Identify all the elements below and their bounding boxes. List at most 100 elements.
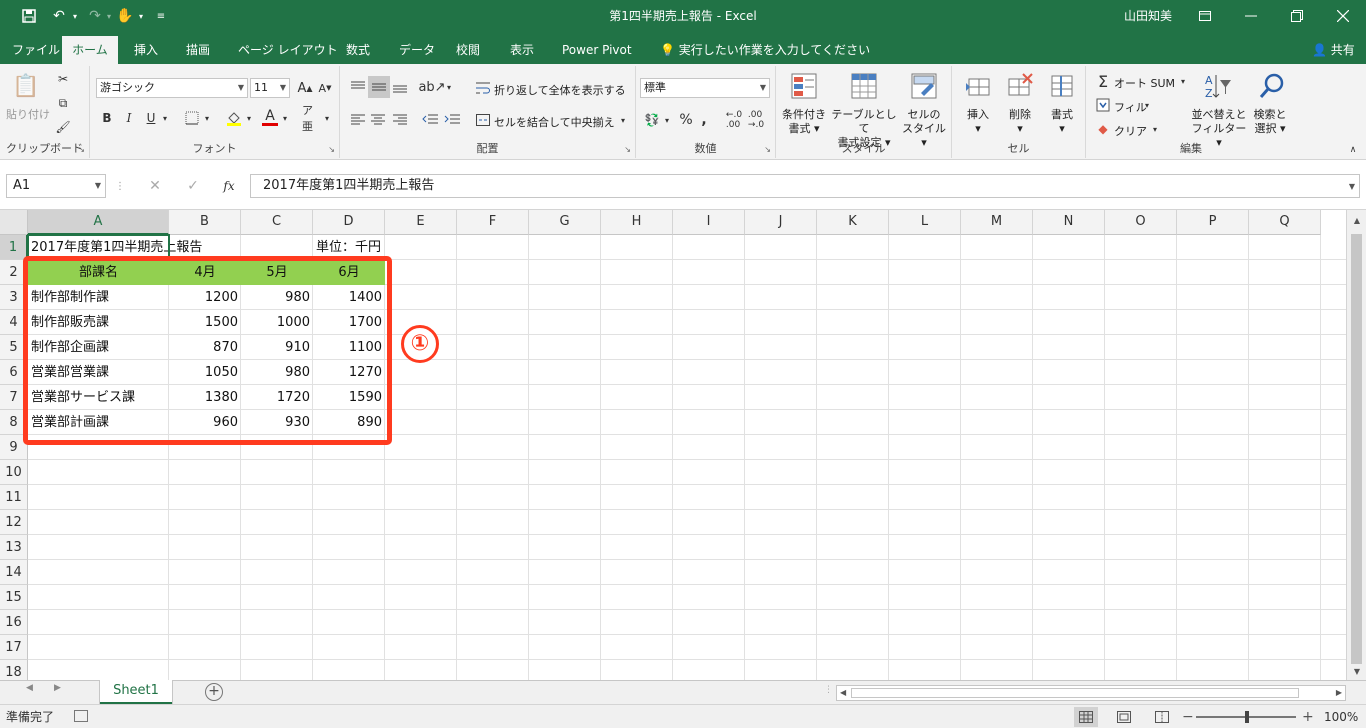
tab-insert[interactable]: 挿入 xyxy=(124,36,168,64)
column-header-g[interactable]: G xyxy=(529,210,601,235)
column-header-j[interactable]: J xyxy=(745,210,817,235)
paste-label[interactable]: 貼り付け xyxy=(2,108,54,122)
fill-dropdown-icon[interactable]: ▾ xyxy=(1142,96,1152,114)
find-select-icon[interactable] xyxy=(1256,70,1288,102)
font-name-combo[interactable]: 游ゴシック ▼ xyxy=(96,78,248,98)
touch-dropdown-icon[interactable]: ▾ xyxy=(136,0,146,32)
enter-icon[interactable]: ✓ xyxy=(182,176,204,196)
conditional-formatting-icon[interactable] xyxy=(788,70,820,102)
zoom-out-button[interactable]: − xyxy=(1182,705,1194,728)
row-header-10[interactable]: 10 xyxy=(0,460,28,485)
undo-icon[interactable]: ↶ xyxy=(48,0,70,32)
resize-handle-icon[interactable]: ⋮ xyxy=(115,176,125,196)
fill-color-icon[interactable] xyxy=(224,108,244,128)
merge-dropdown-icon[interactable]: ▾ xyxy=(618,110,628,130)
row-header-14[interactable]: 14 xyxy=(0,560,28,585)
comma-style-icon[interactable]: , xyxy=(696,110,712,130)
ribbon-display-options-icon[interactable] xyxy=(1182,0,1228,32)
autosum-dropdown-icon[interactable]: ▾ xyxy=(1178,72,1188,90)
tab-formulas[interactable]: 数式 xyxy=(336,36,380,64)
tab-page-layout[interactable]: ページ レイアウト xyxy=(228,36,348,64)
percent-style-icon[interactable]: % xyxy=(676,110,696,130)
row-header-12[interactable]: 12 xyxy=(0,510,28,535)
borders-dropdown-icon[interactable]: ▾ xyxy=(202,108,212,128)
number-launcher-icon[interactable]: ↘ xyxy=(764,145,771,154)
column-header-h[interactable]: H xyxy=(601,210,673,235)
tab-draw[interactable]: 描画 xyxy=(176,36,220,64)
align-bottom-icon[interactable] xyxy=(390,76,410,98)
column-header-n[interactable]: N xyxy=(1033,210,1105,235)
paste-icon[interactable]: 📋 xyxy=(10,70,42,102)
next-sheet-icon[interactable]: ▶ xyxy=(54,683,61,693)
align-left-icon[interactable] xyxy=(348,108,368,130)
undo-dropdown-icon[interactable]: ▾ xyxy=(70,0,80,32)
align-center-icon[interactable] xyxy=(368,108,388,130)
column-header-f[interactable]: F xyxy=(457,210,529,235)
fill-icon[interactable] xyxy=(1094,96,1112,114)
format-cells-icon[interactable] xyxy=(1046,70,1078,102)
tell-me-search[interactable]: 💡 実行したい作業を入力してください xyxy=(660,36,870,64)
worksheet-grid[interactable]: ABCDEFGHIJKLMNOPQ 1 2 3 4 5 6 7 8 9 10 11 12 13 14 15 1… xyxy=(0,210,1366,680)
borders-icon[interactable] xyxy=(182,108,202,128)
save-icon[interactable] xyxy=(18,0,40,32)
row-header-13[interactable]: 13 xyxy=(0,535,28,560)
redo-dropdown-icon[interactable]: ▾ xyxy=(104,0,114,32)
column-header-m[interactable]: M xyxy=(961,210,1033,235)
align-top-icon[interactable] xyxy=(348,76,368,98)
sort-filter-icon[interactable]: AZ xyxy=(1202,70,1234,102)
orientation-dropdown-icon[interactable]: ▾ xyxy=(444,76,454,98)
add-sheet-icon[interactable]: + xyxy=(205,683,223,701)
merge-center-icon[interactable] xyxy=(474,110,492,130)
format-cells-button[interactable]: 書式 ▾ xyxy=(1040,108,1084,136)
align-middle-icon[interactable] xyxy=(368,76,390,98)
scroll-right-icon[interactable]: ▶ xyxy=(1336,686,1342,700)
tab-split-handle-icon[interactable]: ⋮ xyxy=(824,685,833,695)
prev-sheet-icon[interactable]: ◀ xyxy=(26,683,33,693)
orientation-icon[interactable]: ab↗ xyxy=(418,76,445,98)
clear-icon[interactable]: ◆ xyxy=(1094,120,1112,138)
tab-review[interactable]: 校閲 xyxy=(446,36,490,64)
font-size-combo[interactable]: 11 ▼ xyxy=(250,78,290,98)
horizontal-scroll-thumb[interactable] xyxy=(851,688,1299,698)
shrink-font-icon[interactable]: A ▼ xyxy=(316,78,334,98)
cell-styles-icon[interactable] xyxy=(908,70,940,102)
phonetic-guide-icon[interactable]: ア亜 xyxy=(302,104,322,133)
insert-function-button[interactable]: fx xyxy=(218,176,240,196)
cancel-icon[interactable]: ✕ xyxy=(144,176,166,196)
normal-view-icon[interactable] xyxy=(1074,707,1098,727)
tab-data[interactable]: データ xyxy=(389,36,445,64)
column-header-a[interactable]: A xyxy=(28,210,169,235)
wrap-text-icon[interactable] xyxy=(474,78,492,98)
row-header-15[interactable]: 15 xyxy=(0,585,28,610)
customize-qat-icon[interactable]: ≡ xyxy=(154,0,168,32)
italic-button[interactable]: I xyxy=(120,108,138,128)
clear-dropdown-icon[interactable]: ▾ xyxy=(1150,120,1160,138)
zoom-slider-thumb[interactable] xyxy=(1245,711,1249,723)
insert-cells-button[interactable]: 挿入 ▾ xyxy=(956,108,1000,136)
merge-center-label[interactable]: セルを結合して中央揃え xyxy=(494,114,615,130)
zoom-in-button[interactable]: + xyxy=(1302,705,1314,728)
row-header-11[interactable]: 11 xyxy=(0,485,28,510)
decrease-decimal-icon[interactable]: .00 →.0 xyxy=(746,110,766,130)
format-painter-icon[interactable]: 🖌 xyxy=(54,118,72,136)
row-header-16[interactable]: 16 xyxy=(0,610,28,635)
clear-label[interactable]: クリア xyxy=(1114,123,1147,139)
column-header-k[interactable]: K xyxy=(817,210,889,235)
font-launcher-icon[interactable]: ↘ xyxy=(328,145,335,154)
column-header-i[interactable]: I xyxy=(673,210,745,235)
zoom-level[interactable]: 100% xyxy=(1324,705,1358,728)
clipboard-launcher-icon[interactable]: ↘ xyxy=(78,145,85,154)
scroll-left-icon[interactable]: ◀ xyxy=(840,686,846,700)
number-format-combo[interactable]: 標準 ▼ xyxy=(640,78,770,98)
column-header-c[interactable]: C xyxy=(241,210,313,235)
sheet-tab-sheet1[interactable]: Sheet1 xyxy=(100,680,172,705)
horizontal-scrollbar[interactable]: ◀ ▶ xyxy=(836,685,1346,701)
autosum-label[interactable]: オート SUM xyxy=(1114,75,1175,91)
phonetic-dropdown-icon[interactable]: ▾ xyxy=(322,108,332,128)
expand-formula-bar-icon[interactable]: ▼ xyxy=(1346,178,1358,194)
share-button[interactable]: 👤 共有 xyxy=(1312,36,1355,64)
column-header-d[interactable]: D xyxy=(313,210,385,235)
accounting-dropdown-icon[interactable]: ▾ xyxy=(662,110,672,130)
font-color-dropdown-icon[interactable]: ▾ xyxy=(280,108,290,128)
cut-icon[interactable]: ✂ xyxy=(54,70,72,88)
